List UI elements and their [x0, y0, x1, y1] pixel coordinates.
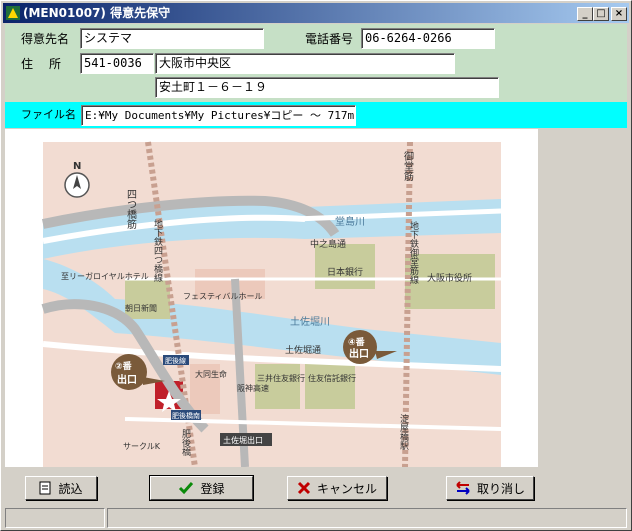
address-label: 住 所 [21, 57, 64, 71]
map-label-higobashi-station: 肥後橋南 [172, 411, 200, 420]
file-band: ファイル名 E:¥My Documents¥My Pictures¥コピー ～ … [5, 102, 627, 128]
register-button-label: 登録 [200, 481, 225, 496]
document-icon [39, 481, 51, 495]
exit4-text: 出口 [349, 347, 369, 360]
map-label-tosabori-dori: 土佐堀通 [285, 344, 321, 356]
map-label-subway-midosuji: 地下鉄御堂筋線 [408, 220, 419, 284]
customer-name-label: 得意先名 [21, 32, 70, 46]
undo-arrows-icon [456, 481, 470, 495]
phone-label: 電話番号 [305, 32, 354, 46]
map-label-dojima-river: 堂島川 [335, 215, 365, 228]
map-label-sumitomo-bank: 三井住友銀行 [257, 373, 305, 383]
exit2-number: ②番 [115, 360, 133, 372]
map-label-higobashi-line: 肥後線 [165, 356, 186, 365]
undo-button[interactable]: 取り消し [446, 476, 534, 500]
customer-name-field[interactable]: システマ [80, 28, 264, 49]
map-label-city-hall: 大阪市役所 [427, 272, 472, 284]
map-label-circle-k: サークルK [123, 442, 161, 451]
title-bar: (MEN01007) 得意先保守 _ □ × [3, 3, 629, 23]
window-title: (MEN01007) 得意先保守 [23, 6, 171, 20]
map-label-tosabori-river: 土佐堀川 [290, 315, 330, 328]
undo-button-label: 取り消し [476, 481, 525, 496]
map-label-midosuji: 御堂筋 [402, 150, 414, 182]
map-image: N 四つ橋筋 御堂筋 堂島川 中之島通 日本銀行 大阪市役所 至リーガロイヤルホ… [41, 141, 502, 468]
status-panel-2 [107, 508, 627, 528]
exit2-text: 出口 [117, 373, 137, 386]
cancel-button[interactable]: キャンセル [287, 476, 387, 500]
map-label-yotsubashi-suji: 四つ橋筋 [125, 189, 137, 230]
maximize-button[interactable]: □ [593, 7, 609, 21]
file-label: ファイル名 [21, 108, 76, 121]
register-button[interactable]: 登録 [149, 475, 254, 501]
minimize-button[interactable]: _ [577, 7, 593, 21]
app-icon [6, 6, 20, 20]
map-label-sumitomo-trust: 住友信託銀行 [308, 373, 356, 383]
read-button[interactable]: 読込 [25, 476, 97, 500]
map-image-frame: N 四つ橋筋 御堂筋 堂島川 中之島通 日本銀行 大阪市役所 至リーガロイヤルホ… [5, 129, 538, 468]
close-button[interactable]: × [611, 7, 627, 21]
map-label-tosabori-exit: 土佐堀出口 [223, 435, 263, 445]
address1-field[interactable]: 大阪市中央区 [155, 53, 455, 74]
zip-field[interactable]: 541-0036 [80, 53, 154, 74]
address2-field[interactable]: 安土町１－６－１９ [155, 77, 499, 98]
map-label-yodoyabashi: 淀屋橋駅 [398, 413, 409, 451]
exit4-number: ④番 [348, 336, 366, 348]
map-label-festival-hall: フェスティバルホール [183, 292, 263, 301]
map-label-higobashi: 肥後橋 [180, 429, 191, 457]
status-panel-1 [5, 508, 105, 528]
main-window: (MEN01007) 得意先保守 _ □ × 得意先名 システマ 電話番号 06… [0, 0, 632, 531]
map-label-subway-yotsubashi: 地下鉄四つ橋線 [152, 218, 163, 282]
checkmark-icon [179, 482, 194, 495]
cancel-button-label: キャンセル [316, 481, 377, 496]
file-path-field[interactable]: E:¥My Documents¥My Pictures¥コピー ～ 717m. [81, 105, 356, 126]
x-icon [297, 481, 311, 495]
map-label-royal-hotel: 至リーガロイヤルホテル [61, 271, 149, 281]
map-label-boj: 日本銀行 [327, 266, 363, 278]
phone-field[interactable]: 06-6264-0266 [361, 28, 495, 49]
map-label-nakanoshima: 中之島通 [310, 238, 346, 250]
map-north-label: N [73, 161, 81, 172]
map-label-asahi: 朝日新聞 [125, 303, 157, 313]
customer-form: 得意先名 システマ 電話番号 06-6264-0266 住 所 541-0036… [5, 24, 627, 102]
read-button-label: 読込 [58, 481, 83, 496]
map-label-hanshin: 阪神高速 [237, 383, 269, 393]
map-label-daido: 大同生命 [195, 369, 227, 379]
